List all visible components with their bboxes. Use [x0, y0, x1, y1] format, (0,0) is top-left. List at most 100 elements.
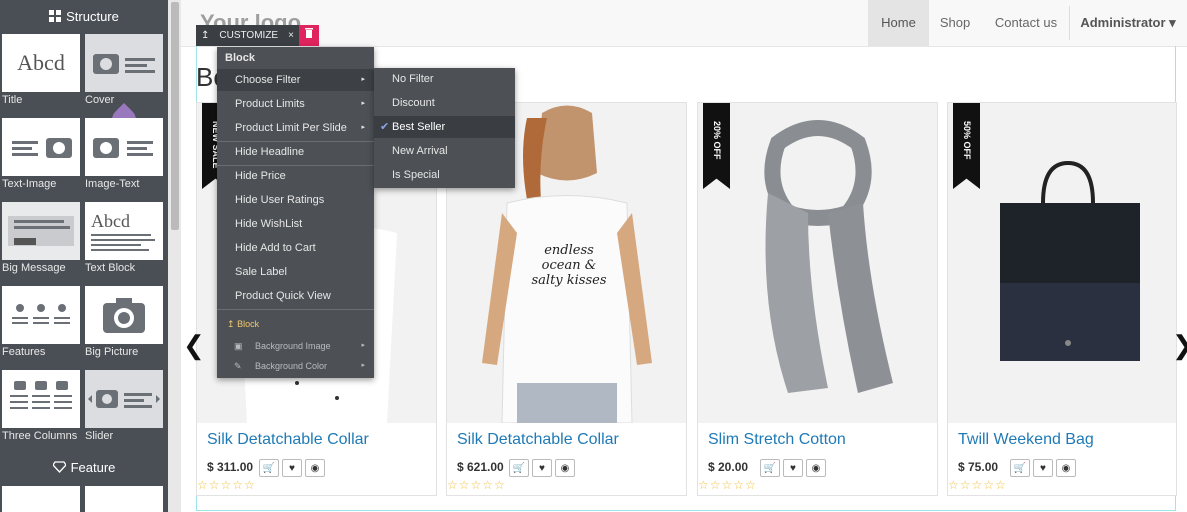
feature-header: Feature [0, 458, 168, 476]
menu-item-product-limit-per-slide[interactable]: Product Limit Per Slide ▸ [217, 117, 374, 139]
menu-header: Block [225, 52, 255, 64]
caret-right-icon: ▸ [361, 124, 365, 131]
quick-view-eye-button[interactable]: ◉ [806, 459, 826, 477]
menu-item-product-limits[interactable]: Product Limits ▸ [217, 93, 374, 115]
eyedropper-icon: ✎ [234, 361, 242, 371]
camera-icon [88, 390, 160, 408]
menu-option-background-image[interactable]: ▣ Background Image ▸ [217, 335, 374, 357]
add-to-cart-button[interactable]: 🛒 [760, 459, 780, 477]
add-to-cart-button[interactable]: 🛒 [509, 459, 529, 477]
menu-item-hide-user-ratings[interactable]: Hide User Ratings [217, 189, 374, 211]
checkmark-icon: ✔ [380, 121, 390, 133]
add-to-cart-button[interactable]: 🛒 [259, 459, 279, 477]
product-price: $ 311.00 [207, 460, 254, 474]
snippet-feature-2[interactable] [85, 486, 163, 512]
product-actions: 🛒 ♥ ◉ [509, 459, 575, 477]
wishlist-heart-button[interactable]: ♥ [282, 459, 302, 477]
structure-header: Structure [0, 7, 168, 25]
nav-divider [1069, 6, 1070, 40]
filter-is-special[interactable]: Is Special [374, 164, 515, 186]
filter-discount[interactable]: Discount [374, 92, 515, 114]
rating-stars[interactable]: ☆☆☆☆☆ [698, 478, 757, 492]
snippet-big-message[interactable]: Big Message [2, 202, 80, 274]
rating-stars[interactable]: ☆☆☆☆☆ [447, 478, 506, 492]
product-name[interactable]: Silk Detatchable Collar [457, 431, 619, 449]
camera-icon [10, 381, 72, 409]
filter-new-arrival[interactable]: New Arrival [374, 140, 515, 162]
wishlist-heart-button[interactable]: ♥ [532, 459, 552, 477]
move-handle-icon[interactable]: ↥ [196, 25, 215, 46]
nav-home[interactable]: Home [868, 0, 929, 46]
move-handle-icon: ↥ [227, 319, 235, 329]
filter-no-filter[interactable]: No Filter [374, 68, 515, 90]
caret-right-icon: ▸ [361, 76, 365, 83]
snippets-sidebar: Structure Abcd Title Cover Text-Image Im… [0, 0, 168, 512]
product-name[interactable]: Slim Stretch Cotton [708, 431, 846, 449]
structure-title: Structure [66, 8, 119, 24]
product-image[interactable] [698, 103, 937, 423]
nav-contact-us[interactable]: Contact us [983, 0, 1069, 46]
carousel-next-icon[interactable]: ❯ [1172, 330, 1187, 361]
feature-title: Feature [70, 459, 116, 475]
snippet-title[interactable]: Abcd Title [2, 34, 80, 106]
product-name[interactable]: Silk Detatchable Collar [207, 431, 369, 449]
customize-toolbar: ↥ CUSTOMIZE × [196, 25, 319, 46]
image-icon: ▣ [234, 341, 243, 351]
menu-block-label: ↥ Block [227, 319, 260, 329]
product-actions: 🛒 ♥ ◉ [760, 459, 826, 477]
product-card[interactable]: 50% OFF Twill Weekend Bag $ 75.00 🛒 ♥ ◉ … [947, 102, 1177, 496]
menu-item-hide-add-to-cart[interactable]: Hide Add to Cart [217, 237, 374, 259]
delete-trash-icon[interactable] [298, 25, 319, 46]
snippet-text-block[interactable]: Abcd Text Block [85, 202, 163, 274]
camera-icon [93, 54, 155, 74]
shirt-print-text: endless ocean & salty kisses [531, 243, 607, 288]
snippet-label: Title [2, 94, 23, 106]
customize-button[interactable]: CUSTOMIZE [214, 25, 284, 46]
product-image[interactable] [948, 103, 1176, 423]
snippet-image-text[interactable]: Image-Text [85, 118, 163, 190]
snippet-feature-1[interactable] [2, 486, 80, 512]
menu-option-background-color[interactable]: ✎ Background Color ▸ [217, 355, 374, 377]
product-actions: 🛒 ♥ ◉ [1010, 459, 1076, 477]
camera-icon [12, 138, 72, 158]
quick-view-eye-button[interactable]: ◉ [1056, 459, 1076, 477]
caret-right-icon: ▸ [361, 342, 365, 349]
carousel-prev-icon[interactable]: ❮ [183, 330, 205, 361]
add-to-cart-button[interactable]: 🛒 [1010, 459, 1030, 477]
quick-view-eye-button[interactable]: ◉ [555, 459, 575, 477]
wishlist-heart-button[interactable]: ♥ [783, 459, 803, 477]
menu-item-choose-filter[interactable]: Choose Filter ▸ [217, 69, 374, 91]
nav-shop[interactable]: Shop [929, 0, 981, 46]
filter-submenu: No Filter Discount ✔ Best Seller New Arr… [374, 68, 515, 188]
snippet-slider[interactable]: Slider [85, 370, 163, 442]
menu-item-sale-label[interactable]: Sale Label [217, 261, 374, 283]
menu-item-hide-headline[interactable]: Hide Headline [217, 141, 374, 163]
filter-best-seller[interactable]: ✔ Best Seller [374, 116, 515, 138]
discount-ribbon: 20% OFF [703, 103, 730, 189]
caret-right-icon: ▸ [361, 100, 365, 107]
snippet-features[interactable]: Features [2, 286, 80, 358]
menu-item-hide-price[interactable]: Hide Price [217, 165, 374, 187]
menu-item-hide-wishlist[interactable]: Hide WishList [217, 213, 374, 235]
rating-stars[interactable]: ☆☆☆☆☆ [197, 478, 256, 492]
rating-stars[interactable]: ☆☆☆☆☆ [948, 478, 1007, 492]
menu-item-product-quick-view[interactable]: Product Quick View [217, 285, 374, 307]
sidebar-scrollbar-thumb[interactable] [171, 2, 179, 230]
caret-right-icon: ▸ [361, 362, 365, 369]
snippet-big-picture[interactable]: Big Picture [85, 286, 163, 358]
product-price: $ 20.00 [708, 460, 749, 474]
quick-view-eye-button[interactable]: ◉ [305, 459, 325, 477]
snippet-three-columns[interactable]: Three Columns [2, 370, 80, 442]
user-menu[interactable]: Administrator ▾ [1074, 0, 1182, 46]
close-icon[interactable]: × [283, 25, 299, 46]
snippet-cover[interactable]: Cover [85, 34, 163, 106]
product-actions: 🛒 ♥ ◉ [259, 459, 325, 477]
camera-icon [93, 138, 153, 158]
product-card[interactable]: 20% OFF Slim Stretch Cotton $ 20.00 🛒 ♥ … [697, 102, 938, 496]
snippet-text-image[interactable]: Text-Image [2, 118, 80, 190]
camera-icon [103, 298, 145, 333]
product-name[interactable]: Twill Weekend Bag [958, 431, 1094, 449]
wishlist-heart-button[interactable]: ♥ [1033, 459, 1053, 477]
grid-icon [49, 10, 62, 22]
product-price: $ 621.00 [457, 460, 504, 474]
